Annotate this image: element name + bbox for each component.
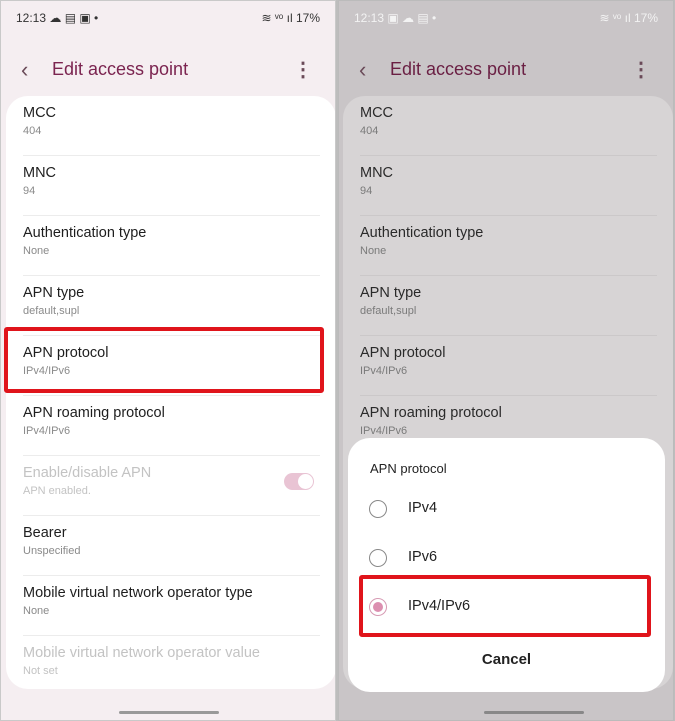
setting-title: Authentication type [23,225,147,241]
option-label: IPv4 [408,500,438,516]
setting-title: Mobile virtual network operator type [23,585,253,601]
dialog-title: APN protocol [370,461,447,476]
right-screen: 12:13 ▣ ☁ ▤ • ≋ ᵛᵒ ıl 17% ‹ Edit access … [338,0,674,721]
time: 12:13 [16,11,47,25]
apn-protocol-dialog: APN protocol IPv4 IPv6 IPv4/IPv6 Cancel [348,438,665,692]
nav-handle [119,711,219,714]
app-bar: ‹ Edit access point ⋮ [1,57,335,83]
setting-title: APN type [360,285,422,301]
setting-value: IPv4/IPv6 [360,365,408,377]
highlight-box [359,575,651,637]
setting-title: MCC [360,105,394,121]
cancel-button[interactable]: Cancel [348,651,665,668]
battery-level: 17% [295,11,320,25]
setting-value: Unspecified [23,545,81,557]
page-title: Edit access point [390,59,527,79]
setting-title: Enable/disable APN [23,465,152,481]
setting-value: None [360,245,387,257]
nav-handle [484,711,584,714]
setting-row[interactable]: Mobile virtual network operator type None [23,576,320,636]
setting-value: None [23,605,50,617]
setting-title: APN protocol [360,345,446,361]
status-bar: 12:13 ▣ ☁ ▤ • ≋ ᵛᵒ ıl 17% [354,11,658,25]
setting-value: Not set [23,665,58,677]
option-label: IPv6 [408,549,438,565]
setting-title: Authentication type [360,225,484,241]
setting-value: IPv4/IPv6 [23,425,71,437]
page-title: Edit access point [52,59,189,79]
setting-row: Mobile virtual network operator value Not… [23,636,320,689]
app-bar: ‹ Edit access point ⋮ [339,57,673,83]
battery-level: 17% [633,11,658,25]
notification-icons: ☁ ▤ ▣ • [49,11,99,25]
setting-row[interactable]: MCC 404 [360,96,657,156]
back-icon[interactable]: ‹ [21,57,28,83]
setting-title: Mobile virtual network operator value [23,645,260,661]
radio-option[interactable]: IPv4 [348,489,665,529]
setting-value: default,supl [23,305,80,317]
radio-option[interactable]: IPv6 [348,538,665,578]
setting-value: 404 [23,125,42,137]
left-screen: 12:13 ☁ ▤ ▣ • ≋ ᵛᵒ ıl 17% ‹ Edit access … [0,0,336,721]
setting-title: Bearer [23,525,67,541]
enable-apn-toggle[interactable] [284,473,314,490]
radio-button[interactable] [369,549,387,567]
setting-value: 404 [360,125,379,137]
setting-row[interactable]: MNC 94 [360,156,657,216]
setting-value: None [23,245,50,257]
setting-value: default,supl [360,305,417,317]
setting-row[interactable]: MNC 94 [23,156,320,216]
setting-row[interactable]: Bearer Unspecified [23,516,320,576]
setting-value: IPv4/IPv6 [360,425,408,437]
setting-row[interactable]: APN roaming protocol IPv4/IPv6 [23,396,320,456]
more-options-icon[interactable]: ⋮ [631,57,651,82]
setting-title: MCC [23,105,57,121]
highlight-box [4,327,324,393]
setting-row[interactable]: MCC 404 [23,96,320,156]
setting-row[interactable]: APN type default,supl [360,276,657,336]
setting-title: APN type [23,285,85,301]
status-bar: 12:13 ☁ ▤ ▣ • ≋ ᵛᵒ ıl 17% [16,11,320,25]
signal-icon: ≋ ᵛᵒ ıl [599,11,631,25]
setting-row[interactable]: APN protocol IPv4/IPv6 [360,336,657,396]
setting-title: MNC [23,165,57,181]
back-icon[interactable]: ‹ [359,57,366,83]
setting-title: APN roaming protocol [23,405,165,421]
setting-value: 94 [23,185,36,197]
setting-value: 94 [360,185,373,197]
signal-icon: ≋ ᵛᵒ ıl [261,11,293,25]
more-options-icon[interactable]: ⋮ [293,57,313,82]
radio-button[interactable] [369,500,387,518]
setting-title: APN roaming protocol [360,405,502,421]
notification-icons: ▣ ☁ ▤ • [387,11,437,25]
time: 12:13 [354,11,385,25]
setting-title: MNC [360,165,394,181]
setting-value: APN enabled. [23,485,91,497]
setting-row: Enable/disable APN APN enabled. [23,456,320,516]
setting-row[interactable]: Authentication type None [360,216,657,276]
setting-row[interactable]: Authentication type None [23,216,320,276]
